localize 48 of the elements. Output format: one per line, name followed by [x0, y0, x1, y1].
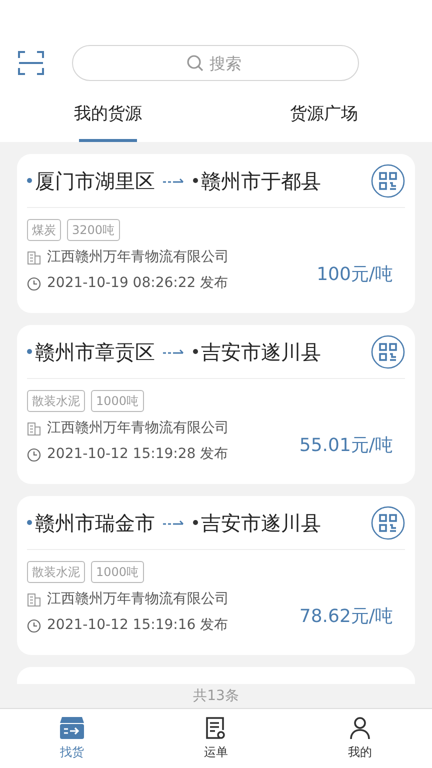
company-name: 江西赣州万年青物流有限公司: [47, 419, 229, 438]
tag: 煤炭: [27, 219, 61, 241]
nav-tab[interactable]: 我的: [288, 709, 432, 768]
company-name: 江西赣州万年青物流有限公司: [47, 590, 229, 609]
cargo-card[interactable]: 赣州市瑞金市 吉安市遂川县 散装水泥 1000吨 江西赣州万年青物流有限公司 2021-10-12 15:19:16 发布 78.62元/吨: [17, 496, 415, 655]
nav-tab[interactable]: 运单: [144, 709, 288, 768]
tag: 散装水泥: [27, 561, 85, 583]
arrow-icon: [163, 348, 185, 356]
clock-icon: [27, 276, 41, 290]
destination: 赣州市于都县: [201, 168, 321, 194]
box-icon: [59, 716, 85, 740]
tag: 1000吨: [91, 561, 144, 583]
search-field[interactable]: 搜索: [72, 45, 359, 81]
document-icon: [205, 716, 227, 740]
building-icon: [27, 592, 41, 606]
publish-time: 2021-10-19 08:26:22 发布: [47, 274, 228, 293]
tab[interactable]: 我的货源: [0, 96, 216, 142]
nav-tab[interactable]: 找货: [0, 709, 144, 768]
clock-icon: [27, 448, 41, 462]
arrow-icon: [163, 176, 185, 184]
destination: 吉安市遂川县: [201, 510, 321, 536]
qr-code-icon[interactable]: [371, 164, 405, 198]
publish-time: 2021-10-12 15:19:28 发布: [47, 445, 228, 464]
publish-time: 2021-10-12 15:19:16 发布: [47, 616, 228, 635]
origin: 厦门市湖里区: [35, 168, 155, 194]
qr-code-icon[interactable]: [371, 506, 405, 540]
company-name: 江西赣州万年青物流有限公司: [47, 248, 229, 267]
scan-icon[interactable]: [18, 50, 44, 76]
cargo-card[interactable]: 厦门市湖里区 赣州市于都县 煤炭 3200吨 江西赣州万年青物流有限公司 2021-10-19 08:26:22 发布 100元/吨: [17, 154, 415, 313]
price: 78.62元/吨: [299, 605, 393, 629]
tag: 1000吨: [91, 390, 144, 412]
search-icon: [186, 54, 204, 72]
destination: 吉安市遂川县: [201, 338, 321, 366]
arrow-icon: [163, 518, 185, 526]
price: 55.01元/吨: [299, 434, 393, 458]
building-icon: [27, 422, 41, 436]
tag: 散装水泥: [27, 390, 85, 412]
tab[interactable]: 货源广场: [216, 96, 432, 142]
tag: 3200吨: [67, 219, 120, 241]
person-icon: [349, 716, 371, 740]
total-count: 共13条: [193, 686, 239, 706]
origin: 赣州市章贡区: [35, 338, 155, 366]
origin: 赣州市瑞金市: [35, 510, 155, 536]
clock-icon: [27, 618, 41, 632]
building-icon: [27, 250, 41, 264]
cargo-card[interactable]: 赣州市章贡区 吉安市遂川县 散装水泥 1000吨 江西赣州万年青物流有限公司 2021-10-12 15:19:28 发布 55.01元/吨: [17, 325, 415, 484]
qr-code-icon[interactable]: [371, 334, 405, 368]
price: 100元/吨: [316, 263, 393, 287]
